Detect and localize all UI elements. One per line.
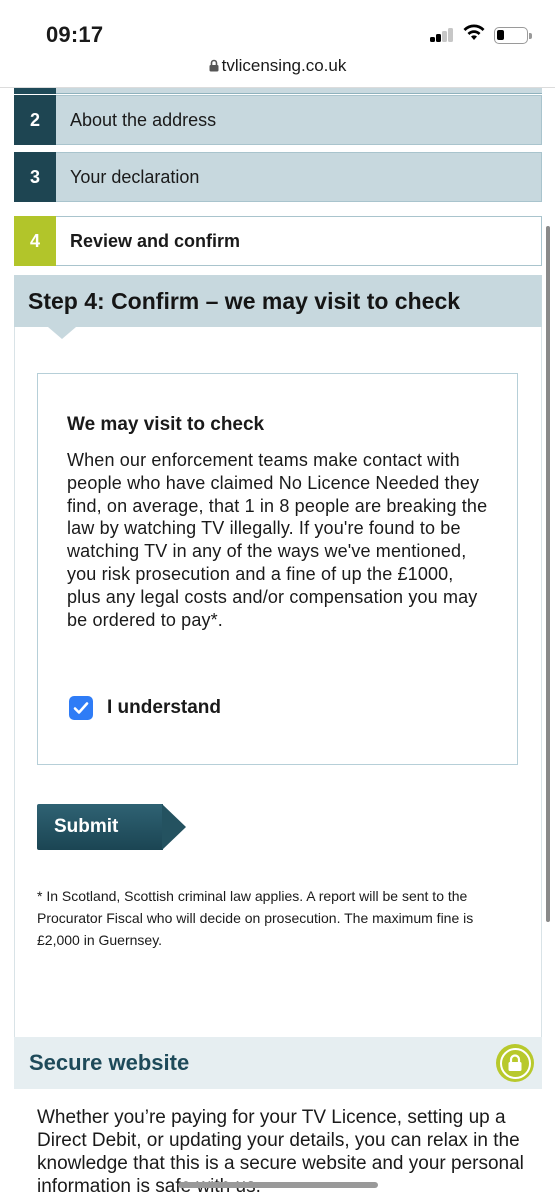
home-indicator[interactable] — [178, 1182, 378, 1188]
checkmark-icon — [73, 702, 89, 714]
address-bar[interactable]: tvlicensing.co.uk — [0, 56, 555, 86]
understand-checkbox-row[interactable]: I understand — [69, 696, 221, 720]
padlock-icon — [496, 1044, 534, 1082]
understand-checkbox[interactable] — [69, 696, 93, 720]
info-box-text: When our enforcement teams make contact … — [67, 450, 488, 630]
step-number: 3 — [14, 152, 56, 202]
secure-website-title: Secure website — [29, 1050, 190, 1075]
page-title: Step 4: Confirm – we may visit to check — [14, 275, 542, 327]
arrow-right-icon — [162, 804, 186, 850]
submit-button-label: Submit — [54, 816, 119, 837]
wifi-icon — [463, 24, 485, 40]
url-text: tvlicensing.co.uk — [221, 56, 347, 75]
understand-checkbox-label[interactable]: I understand — [107, 697, 221, 719]
visit-warning-box: We may visit to check When our enforceme… — [37, 373, 518, 765]
info-box-title: We may visit to check — [67, 414, 265, 435]
status-bar: 09:17 — [0, 0, 555, 56]
step-your-declaration[interactable]: 3 Your declaration — [14, 152, 542, 202]
scotland-footnote: * In Scotland, Scottish criminal law app… — [37, 888, 474, 948]
submit-button[interactable]: Submit — [37, 804, 187, 850]
step-about-address[interactable]: 2 About the address — [14, 95, 542, 145]
step-review-confirm: 4 Review and confirm — [14, 216, 542, 266]
step-label: About the address — [56, 95, 542, 145]
step-1-partial — [14, 88, 542, 94]
battery-low-icon — [494, 27, 532, 44]
step-number: 2 — [14, 95, 56, 145]
step-label: Review and confirm — [56, 216, 542, 266]
padlock-icon — [209, 59, 219, 72]
step-number: 4 — [14, 216, 56, 266]
step-label: Your declaration — [56, 152, 542, 202]
cellular-signal-icon — [430, 26, 456, 42]
page-scrollbar[interactable] — [546, 226, 550, 922]
clock-time: 09:17 — [46, 22, 104, 47]
secure-website-header: Secure website — [14, 1037, 542, 1089]
